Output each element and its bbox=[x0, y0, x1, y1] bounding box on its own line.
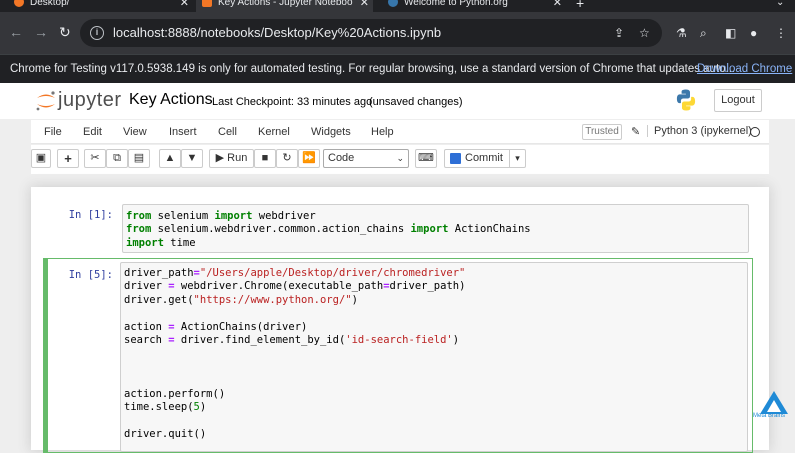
run-icon: ▶ bbox=[215, 152, 228, 164]
tab-title: Desktop/ bbox=[30, 0, 70, 8]
tab-strip: Desktop/ ✕ Key Actions - Jupyter Noteboo… bbox=[0, 0, 795, 12]
trusted-badge[interactable]: Trusted bbox=[582, 124, 622, 140]
tab-python-org[interactable]: Welcome to Python.org ✕ bbox=[388, 0, 562, 12]
jupyter-favicon-icon bbox=[14, 0, 24, 8]
copy-icon[interactable]: ⧉ bbox=[106, 149, 128, 168]
autosave-status: (unsaved changes) bbox=[369, 96, 463, 108]
commit-dropdown-icon[interactable]: ▾ bbox=[510, 149, 526, 168]
automation-infobar: Chrome for Testing v117.0.5938.149 is on… bbox=[0, 54, 795, 83]
notebook-toolbar: ▣ + ✂ ⧉ ▤ ▲ ▼ ▶ Run ■ ↻ ⏩ Code ⌄ ⌨ Commit… bbox=[31, 145, 769, 174]
save-icon[interactable]: ▣ bbox=[31, 149, 51, 168]
close-tab-icon[interactable]: ✕ bbox=[553, 0, 562, 10]
menu-cell[interactable]: Cell bbox=[218, 126, 237, 138]
bookmark-star-icon[interactable]: ☆ bbox=[639, 26, 650, 40]
infobar-message: Chrome for Testing v117.0.5938.149 is on… bbox=[10, 63, 736, 75]
menu-help[interactable]: Help bbox=[371, 126, 394, 138]
cell-input-area[interactable]: driver_path="/Users/apple/Desktop/driver… bbox=[120, 262, 748, 452]
menu-insert[interactable]: Insert bbox=[169, 126, 197, 138]
run-button[interactable]: ▶ Run bbox=[209, 149, 254, 168]
new-tab-button[interactable]: + bbox=[576, 0, 584, 12]
python-favicon-icon bbox=[388, 0, 398, 8]
move-up-icon[interactable]: ▲ bbox=[159, 149, 181, 168]
menu-view[interactable]: View bbox=[123, 126, 147, 138]
edit-pencil-icon[interactable]: ✎ bbox=[631, 125, 640, 138]
kernel-idle-indicator-icon bbox=[750, 127, 760, 137]
reload-icon[interactable]: ↻ bbox=[59, 24, 71, 40]
url-text[interactable]: localhost:8888/notebooks/Desktop/Key%20A… bbox=[113, 25, 441, 40]
address-bar: ← → ↻ i localhost:8888/notebooks/Desktop… bbox=[0, 12, 795, 54]
close-tab-icon[interactable]: ✕ bbox=[360, 0, 369, 10]
notebook-container: In [1]: from selenium import webdriver f… bbox=[31, 187, 769, 453]
watermark-text: Meta Brains bbox=[753, 413, 786, 419]
cut-icon[interactable]: ✂ bbox=[84, 149, 106, 168]
tab-desktop[interactable]: Desktop/ ✕ bbox=[14, 0, 189, 12]
restart-icon[interactable]: ↻ bbox=[276, 149, 298, 168]
tab-key-actions[interactable]: Key Actions - Jupyter Noteboo ✕ bbox=[196, 0, 373, 12]
checkpoint-status: Last Checkpoint: 33 minutes ago bbox=[212, 96, 373, 108]
search-icon[interactable]: ⌕ bbox=[700, 26, 707, 40]
profile-icon[interactable]: ● bbox=[750, 26, 757, 40]
code-cell-selected[interactable]: In [5]: driver_path="/Users/apple/Deskto… bbox=[43, 258, 753, 453]
back-icon[interactable]: ← bbox=[9, 24, 23, 40]
share-icon[interactable]: ⇪ bbox=[614, 26, 624, 40]
side-panel-icon[interactable]: ◧ bbox=[725, 26, 736, 40]
tab-search-chevron-icon[interactable]: ⌄ bbox=[776, 0, 784, 12]
python-logo-icon bbox=[676, 89, 696, 111]
run-label: Run bbox=[227, 152, 248, 164]
tab-title: Welcome to Python.org bbox=[404, 0, 508, 8]
notebook-name[interactable]: Key Actions bbox=[129, 91, 213, 109]
menu-widgets[interactable]: Widgets bbox=[311, 126, 351, 138]
input-prompt: In [5]: bbox=[68, 269, 113, 281]
omnibox[interactable]: i localhost:8888/notebooks/Desktop/Key%2… bbox=[80, 19, 662, 47]
menu-edit[interactable]: Edit bbox=[83, 126, 102, 138]
command-palette-icon[interactable]: ⌨ bbox=[415, 149, 437, 168]
cell-code[interactable]: driver_path="/Users/apple/Desktop/driver… bbox=[124, 267, 465, 441]
jupyter-favicon-icon bbox=[202, 0, 212, 8]
cell-code[interactable]: from selenium import webdriver from sele… bbox=[126, 210, 531, 250]
move-down-icon[interactable]: ▼ bbox=[181, 149, 203, 168]
kernel-name: Python 3 (ipykernel) bbox=[647, 125, 752, 137]
menu-kernel[interactable]: Kernel bbox=[258, 126, 290, 138]
cell-input-area[interactable]: from selenium import webdriver from sele… bbox=[122, 204, 749, 253]
menubar: File Edit View Insert Cell Kernel Widget… bbox=[31, 120, 769, 144]
close-tab-icon[interactable]: ✕ bbox=[180, 0, 189, 10]
insert-cell-icon[interactable]: + bbox=[57, 149, 79, 168]
meta-brains-logo-icon bbox=[760, 391, 788, 414]
restart-run-all-icon[interactable]: ⏩ bbox=[298, 149, 320, 168]
download-chrome-link[interactable]: Download Chrome bbox=[697, 63, 792, 75]
commit-button[interactable]: Commit bbox=[444, 149, 510, 168]
chevron-down-icon: ⌄ bbox=[396, 153, 404, 163]
cell-type-select[interactable]: Code ⌄ bbox=[323, 149, 409, 168]
paste-icon[interactable]: ▤ bbox=[128, 149, 150, 168]
tab-title: Key Actions - Jupyter Noteboo bbox=[218, 0, 353, 8]
interrupt-icon[interactable]: ■ bbox=[254, 149, 276, 168]
forward-icon[interactable]: → bbox=[34, 24, 48, 40]
menu-file[interactable]: File bbox=[44, 126, 62, 138]
jupyter-wordmark: jupyter bbox=[58, 89, 122, 111]
chrome-menu-icon[interactable]: ⋮ bbox=[775, 26, 787, 40]
input-prompt: In [1]: bbox=[68, 209, 113, 221]
site-info-icon[interactable]: i bbox=[90, 26, 104, 40]
code-cell[interactable]: In [1]: from selenium import webdriver f… bbox=[43, 203, 755, 255]
jupyter-header: jupyter Key Actions Last Checkpoint: 33 … bbox=[0, 83, 795, 119]
logout-button[interactable]: Logout bbox=[714, 89, 762, 112]
git-commit-icon bbox=[450, 153, 461, 164]
extension-flask-icon[interactable]: ⚗ bbox=[676, 26, 687, 40]
jupyter-logo-icon[interactable] bbox=[34, 89, 58, 113]
